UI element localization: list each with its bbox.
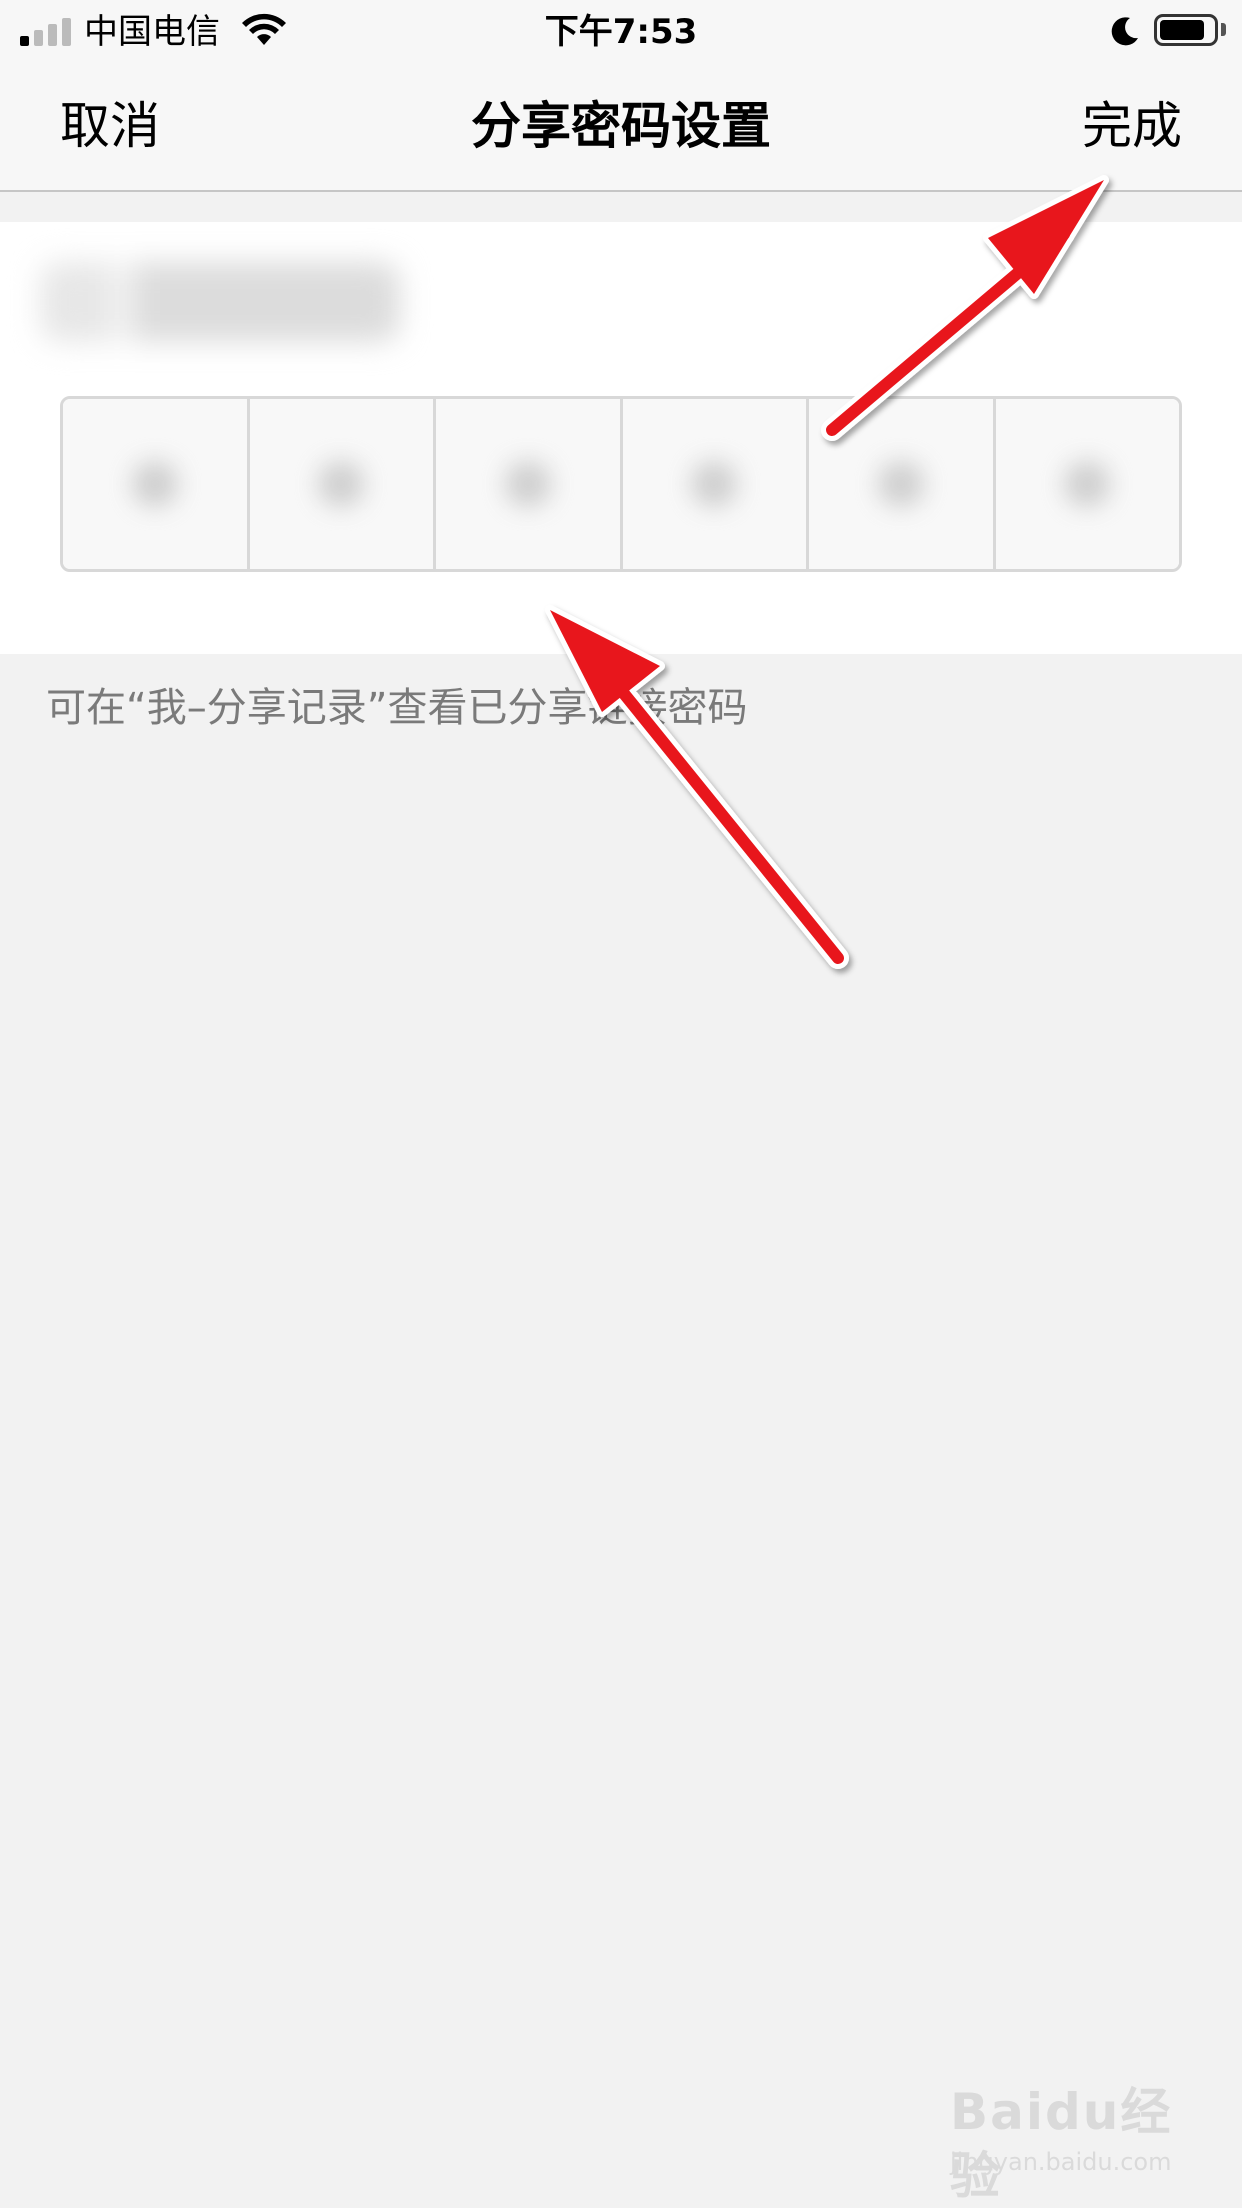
password-char-blurred <box>877 461 924 507</box>
password-cell[interactable] <box>246 399 433 569</box>
done-button[interactable]: 完成 <box>1082 94 1182 158</box>
password-char-blurred <box>1064 461 1111 507</box>
password-cell[interactable] <box>63 399 247 569</box>
watermark-main: Baidu经验 <box>950 2083 1173 2205</box>
watermark-sub: jingyan.baidu.com <box>950 2148 1172 2176</box>
moon-icon <box>1111 17 1138 46</box>
password-cell[interactable] <box>992 399 1179 569</box>
password-char-blurred <box>318 461 365 507</box>
password-char-blurred <box>131 461 178 507</box>
navigation-bar: 取消 分享密码设置 完成 <box>0 64 1242 192</box>
battery-level <box>1160 20 1204 40</box>
password-cell[interactable] <box>806 399 993 569</box>
arrow-to-password-input <box>545 605 849 969</box>
baidu-jingyan-watermark: Baidu经验 jingyan.baidu.com <box>950 2080 1210 2205</box>
battery-tip <box>1221 23 1226 36</box>
battery-icon <box>1154 14 1218 46</box>
password-cell[interactable] <box>433 399 620 569</box>
page-title: 分享密码设置 <box>471 97 771 155</box>
password-char-blurred <box>691 461 738 507</box>
password-type-option-blurred[interactable] <box>40 262 400 342</box>
status-bar: 中国电信 下午7:53 <box>0 0 1242 64</box>
hint-text: 可在“我–分享记录”查看已分享链接密码 <box>46 685 748 731</box>
password-char-blurred <box>504 461 551 507</box>
password-cell[interactable] <box>619 399 806 569</box>
status-time: 下午7:53 <box>544 12 698 52</box>
password-settings-card <box>0 222 1242 654</box>
password-input[interactable] <box>60 396 1182 572</box>
